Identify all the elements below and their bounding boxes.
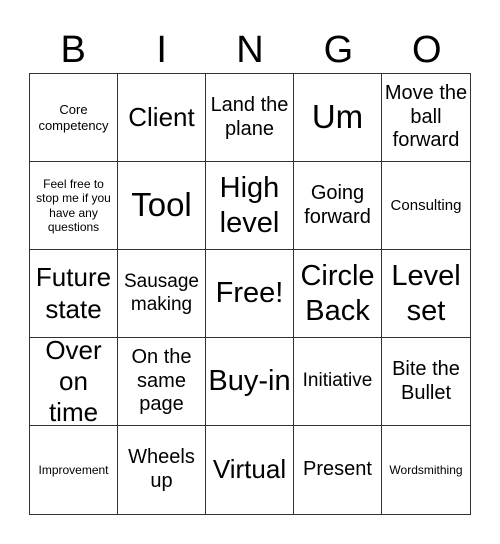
bingo-grid: Core competency Client Land the plane Um Mov… <box>29 73 471 515</box>
bingo-cell[interactable]: Buy-in <box>206 338 294 426</box>
bingo-cell[interactable]: Move the ball forward <box>382 74 470 162</box>
bingo-cell[interactable]: Over on time <box>30 338 118 426</box>
bingo-cell[interactable]: Present <box>294 426 382 514</box>
bingo-cell-label: Circle Back <box>300 259 375 327</box>
bingo-cell-label: Level set <box>391 259 461 327</box>
bingo-cell-label: Core competency <box>38 102 109 133</box>
bingo-cell[interactable]: Sausage making <box>118 250 206 338</box>
bingo-cell[interactable]: Bite the Bullet <box>382 338 470 426</box>
bingo-cell-label: Land the plane <box>210 93 289 140</box>
bingo-cell[interactable]: Tool <box>118 162 206 250</box>
bingo-cell-label: Client <box>128 101 195 132</box>
bingo-cell-label: Move the ball forward <box>384 82 468 152</box>
bingo-cell-label: On the same page <box>131 346 192 416</box>
bingo-cell[interactable]: Future state <box>30 250 118 338</box>
bingo-cell-label: Feel free to stop me if you have any que… <box>36 177 111 234</box>
bingo-cell[interactable]: Initiative <box>294 338 382 426</box>
bingo-cell[interactable]: Consulting <box>382 162 470 250</box>
header-letter-o: O <box>412 29 442 71</box>
bingo-cell-label: Future state <box>35 262 112 324</box>
bingo-cell-label: Going forward <box>304 181 371 228</box>
bingo-cell[interactable]: Client <box>118 74 206 162</box>
bingo-cell[interactable]: Level set <box>382 250 470 338</box>
bingo-cell-label: Um <box>311 98 364 136</box>
bingo-cell-label: Improvement <box>38 462 109 477</box>
bingo-cell[interactable]: Um <box>294 74 382 162</box>
bingo-cell[interactable]: On the same page <box>118 338 206 426</box>
bingo-cell-label: Over on time <box>45 338 102 426</box>
bingo-cell-label: Virtual <box>212 454 287 485</box>
bingo-cell[interactable]: Circle Back <box>294 250 382 338</box>
bingo-cell-label: Sausage making <box>123 271 199 315</box>
bingo-cell[interactable]: Virtual <box>206 426 294 514</box>
bingo-cell-label: Consulting <box>390 196 462 214</box>
bingo-cell[interactable]: High level <box>206 162 294 250</box>
bingo-cell-label: Wordsmithing <box>389 462 463 477</box>
bingo-cell[interactable]: Going forward <box>294 162 382 250</box>
bingo-cell[interactable]: Wordsmithing <box>382 426 470 514</box>
bingo-cell[interactable]: Wheels up <box>118 426 206 514</box>
free-space-cell[interactable]: Free! <box>206 250 294 338</box>
header-letter-n: N <box>236 29 264 71</box>
bingo-cell-label: Buy-in <box>208 365 291 398</box>
bingo-cell-label: Wheels up <box>128 446 195 492</box>
bingo-header: B I N G O <box>29 26 471 74</box>
bingo-cell-label: Free! <box>215 277 284 310</box>
header-letter-b: B <box>60 29 86 71</box>
header-letter-i: I <box>156 29 167 71</box>
bingo-cell[interactable]: Land the plane <box>206 74 294 162</box>
bingo-cell-label: High level <box>219 171 280 239</box>
bingo-cell-label: Present <box>303 458 372 481</box>
bingo-cell[interactable]: Feel free to stop me if you have any que… <box>30 162 118 250</box>
bingo-cell-label: Bite the Bullet <box>392 357 460 404</box>
bingo-cell[interactable]: Improvement <box>30 426 118 514</box>
bingo-cell-label: Tool <box>131 186 192 224</box>
header-letter-g: G <box>323 29 354 71</box>
bingo-cell-label: Initiative <box>302 370 373 392</box>
bingo-cell[interactable]: Core competency <box>30 74 118 162</box>
